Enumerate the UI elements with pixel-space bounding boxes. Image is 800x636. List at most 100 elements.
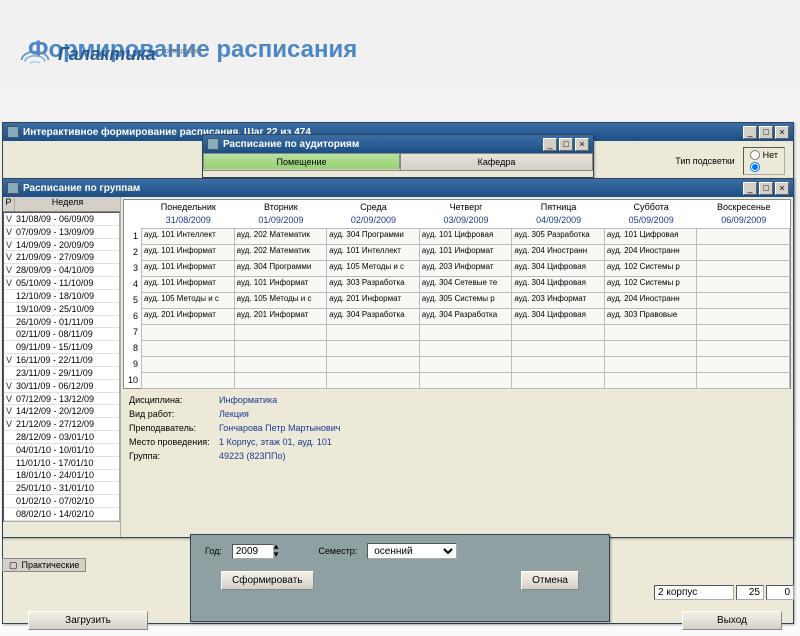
form-button[interactable]: Сформировать (221, 571, 314, 590)
num2-field[interactable]: 0 (766, 585, 794, 600)
week-row[interactable]: 04/01/10 - 10/01/10 (4, 444, 119, 457)
tab-practical[interactable]: ▢Практические (2, 558, 86, 572)
week-row[interactable]: V28/09/09 - 04/10/09 (4, 264, 119, 277)
week-row[interactable]: V14/09/09 - 20/09/09 (4, 239, 119, 252)
tab-dept[interactable]: Кафедра (400, 153, 593, 170)
radio-2[interactable] (750, 162, 778, 172)
week-row[interactable]: V21/09/09 - 27/09/09 (4, 251, 119, 264)
week-row[interactable]: V05/10/09 - 11/10/09 (4, 277, 119, 290)
grid-cell[interactable]: ауд. 203 Информат (419, 260, 513, 277)
grid-cell[interactable] (326, 356, 420, 373)
week-row[interactable]: 25/01/10 - 31/01/10 (4, 482, 119, 495)
grid-cell[interactable]: ауд. 304 Разработка (326, 308, 420, 325)
grid-cell[interactable]: ауд. 201 Информат (326, 292, 420, 309)
grid-cell[interactable]: ауд. 101 Цифровая (419, 228, 513, 245)
grid-cell[interactable] (419, 372, 513, 389)
grid-cell[interactable]: ауд. 304 Разработка (419, 308, 513, 325)
week-row[interactable]: 11/01/10 - 17/01/10 (4, 457, 119, 470)
minimize-button[interactable]: _ (543, 138, 557, 151)
grid-cell[interactable] (696, 244, 790, 261)
grid-cell[interactable] (604, 372, 698, 389)
grid-cell[interactable] (696, 324, 790, 341)
grid-cell[interactable]: ауд. 304 Цифровая (511, 260, 605, 277)
cancel-button[interactable]: Отмена (521, 571, 579, 590)
grid-cell[interactable]: ауд. 202 Математик (234, 244, 328, 261)
grid-cell[interactable] (696, 228, 790, 245)
maximize-button[interactable]: □ (559, 138, 573, 151)
titlebar-groups[interactable]: Расписание по группам _ □ × (3, 179, 793, 197)
year-down-icon[interactable]: ▾ (274, 551, 279, 559)
week-row[interactable]: 28/12/09 - 03/01/10 (4, 431, 119, 444)
minimize-button[interactable]: _ (743, 126, 757, 139)
grid-cell[interactable] (511, 356, 605, 373)
close-button[interactable]: × (775, 126, 789, 139)
week-row[interactable]: 08/02/10 - 14/02/10 (4, 508, 119, 521)
grid-cell[interactable] (604, 356, 698, 373)
grid-cell[interactable]: ауд. 304 Программи (326, 228, 420, 245)
week-list[interactable]: V31/08/09 - 06/09/09V07/09/09 - 13/09/09… (3, 212, 120, 522)
grid-cell[interactable]: ауд. 303 Правовые (604, 308, 698, 325)
grid-cell[interactable]: ауд. 304 Цифровая (511, 308, 605, 325)
radio-2-input[interactable] (750, 162, 760, 172)
week-row[interactable]: 12/10/09 - 18/10/09 (4, 290, 119, 303)
grid-cell[interactable]: ауд. 202 Математик (234, 228, 328, 245)
grid-cell[interactable]: ауд. 102 Системы р (604, 276, 698, 293)
grid-cell[interactable] (696, 340, 790, 357)
grid-cell[interactable]: ауд. 101 Цифровая (604, 228, 698, 245)
grid-cell[interactable] (419, 356, 513, 373)
grid-cell[interactable]: ауд. 101 Информат (141, 244, 235, 261)
week-row[interactable]: 23/11/09 - 29/11/09 (4, 367, 119, 380)
week-row[interactable]: 01/02/10 - 07/02/10 (4, 495, 119, 508)
year-input[interactable] (232, 544, 274, 559)
grid-cell[interactable] (696, 308, 790, 325)
grid-cell[interactable] (696, 260, 790, 277)
grid-cell[interactable] (604, 340, 698, 357)
week-row[interactable]: V07/09/09 - 13/09/09 (4, 226, 119, 239)
building-field[interactable]: 2 корпус (654, 585, 734, 600)
grid-cell[interactable] (326, 324, 420, 341)
grid-cell[interactable] (141, 356, 235, 373)
exit-button[interactable]: Выход (682, 611, 782, 630)
num1-field[interactable]: 25 (736, 585, 764, 600)
grid-cell[interactable]: ауд. 105 Методы и с (234, 292, 328, 309)
grid-cell[interactable]: ауд. 101 Информат (141, 260, 235, 277)
maximize-button[interactable]: □ (759, 182, 773, 195)
grid-cell[interactable]: ауд. 105 Методы и с (326, 260, 420, 277)
grid-cell[interactable]: ауд. 201 Информат (141, 308, 235, 325)
grid-cell[interactable]: ауд. 303 Разработка (326, 276, 420, 293)
grid-cell[interactable] (604, 324, 698, 341)
grid-cell[interactable] (234, 372, 328, 389)
semester-select[interactable]: осенний (367, 543, 457, 559)
grid-cell[interactable] (234, 356, 328, 373)
grid-cell[interactable]: ауд. 305 Разработка (511, 228, 605, 245)
grid-cell[interactable] (511, 372, 605, 389)
week-row[interactable]: 02/11/09 - 08/11/09 (4, 328, 119, 341)
radio-no-input[interactable] (750, 150, 760, 160)
grid-cell[interactable] (326, 372, 420, 389)
week-row[interactable]: V21/12/09 - 27/12/09 (4, 418, 119, 431)
week-row[interactable]: V16/11/09 - 22/11/09 (4, 354, 119, 367)
week-row[interactable]: 09/11/09 - 15/11/09 (4, 341, 119, 354)
close-button[interactable]: × (775, 182, 789, 195)
grid-cell[interactable]: ауд. 305 Системы р (419, 292, 513, 309)
grid-cell[interactable] (419, 324, 513, 341)
grid-cell[interactable] (696, 356, 790, 373)
grid-cell[interactable]: ауд. 204 Иностранн (604, 244, 698, 261)
grid-cell[interactable] (696, 372, 790, 389)
grid-cell[interactable]: ауд. 101 Интеллект (141, 228, 235, 245)
grid-cell[interactable]: ауд. 101 Информат (234, 276, 328, 293)
grid-cell[interactable]: ауд. 203 Информат (511, 292, 605, 309)
grid-cell[interactable]: ауд. 102 Системы р (604, 260, 698, 277)
grid-cell[interactable]: ауд. 101 Информат (141, 276, 235, 293)
close-button[interactable]: × (575, 138, 589, 151)
week-row[interactable]: V30/11/09 - 06/12/09 (4, 380, 119, 393)
radio-no[interactable]: Нет (750, 150, 778, 160)
grid-cell[interactable]: ауд. 204 Иностранн (604, 292, 698, 309)
grid-cell[interactable] (234, 340, 328, 357)
grid-cell[interactable] (511, 340, 605, 357)
week-row[interactable]: 26/10/09 - 01/11/09 (4, 316, 119, 329)
week-row[interactable]: V14/12/09 - 20/12/09 (4, 405, 119, 418)
week-row[interactable]: 18/01/10 - 24/01/10 (4, 470, 119, 483)
grid-cell[interactable] (696, 292, 790, 309)
minimize-button[interactable]: _ (743, 182, 757, 195)
